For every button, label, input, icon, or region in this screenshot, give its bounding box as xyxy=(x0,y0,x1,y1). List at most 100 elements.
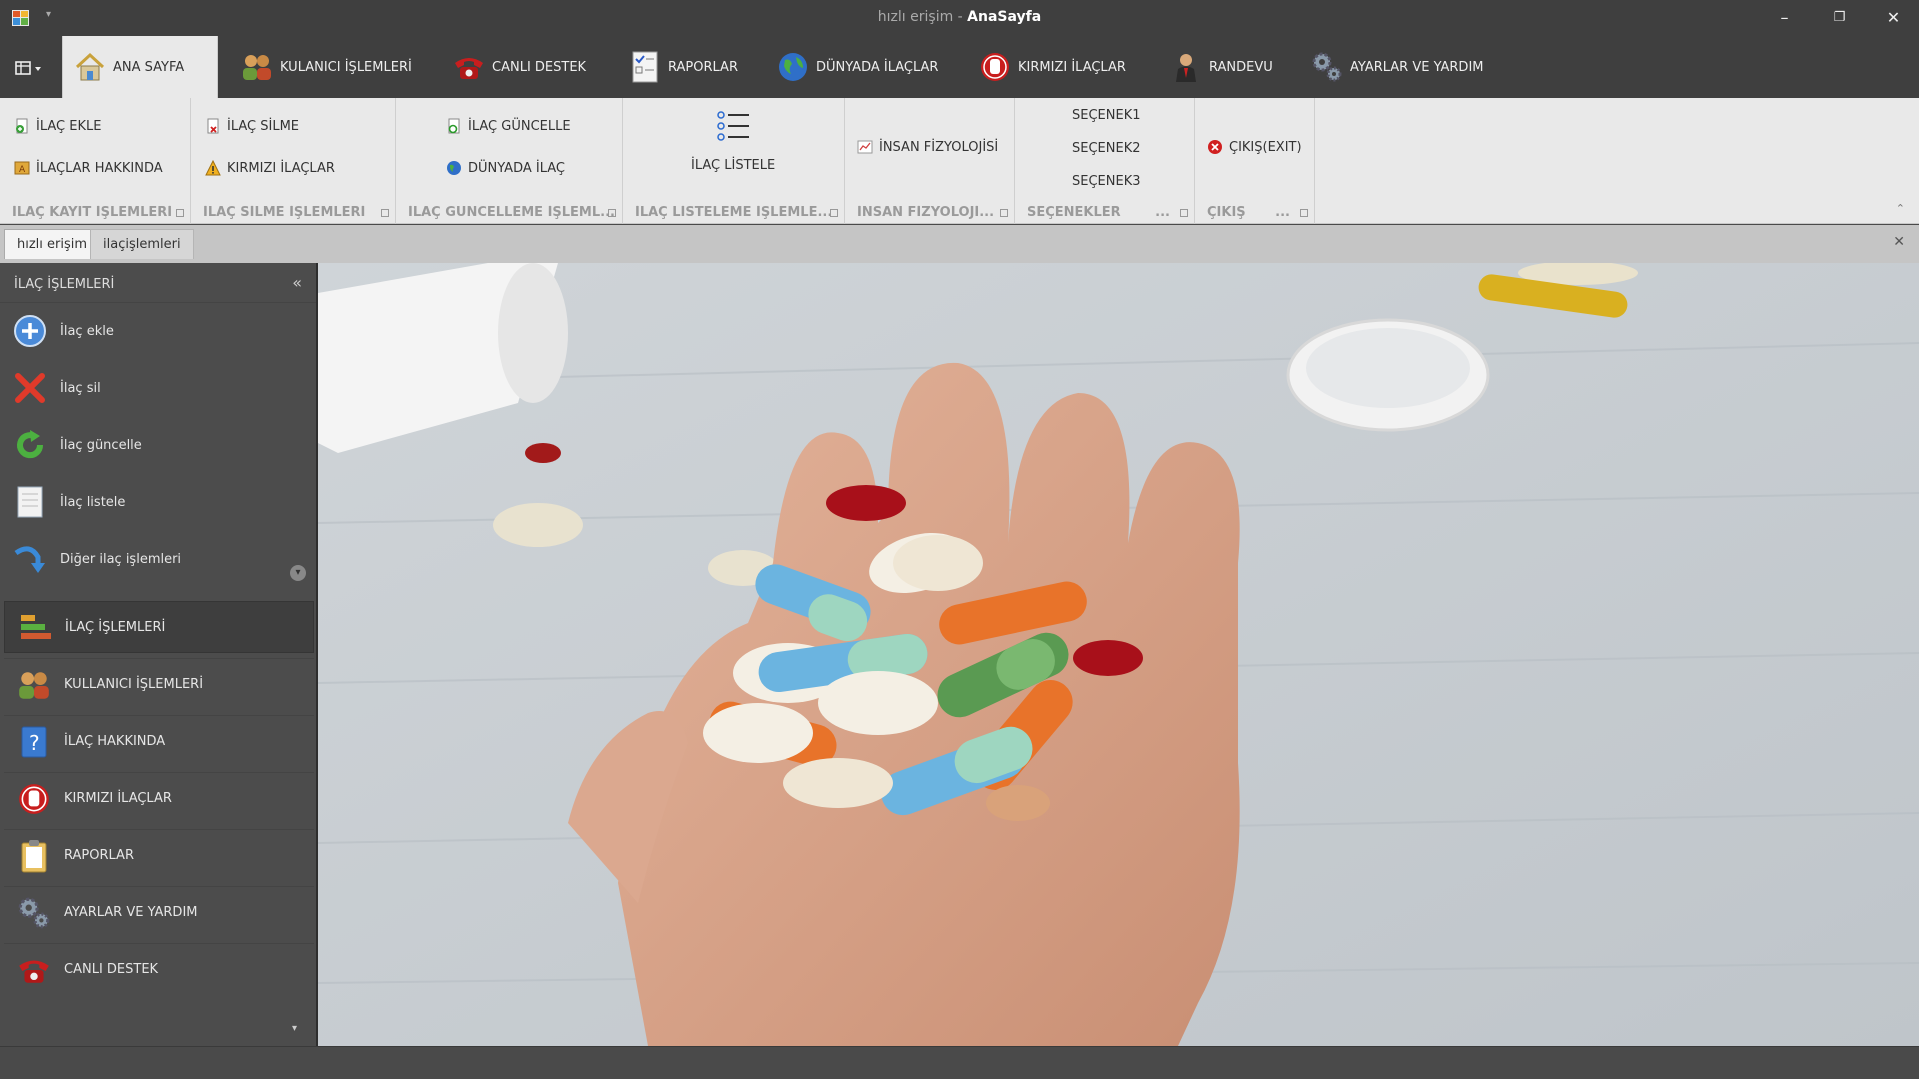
group-title: İLAÇ KAYIT İŞLEMLERİ xyxy=(0,205,190,220)
cikis-exit-button[interactable]: ÇIKIŞ(EXIT) xyxy=(1207,139,1302,155)
group-title: ÇIKIŞ... xyxy=(1195,205,1314,220)
window-title: hızlı erişim - AnaSayfa xyxy=(877,9,1042,25)
nav-item-ilac-listele[interactable]: İlaç listele xyxy=(12,480,125,524)
delete-document-icon xyxy=(207,118,219,134)
nav-group-ayarlar-ve-yardim[interactable]: AYARLAR VE YARDIM xyxy=(4,886,314,938)
ribbon-tab-row: ANA SAYFA KULANICI İŞLEMLERİ CANLI DESTE… xyxy=(0,36,1919,98)
tab-label: KULANICI İŞLEMLERİ xyxy=(280,59,412,75)
stop-hand-icon xyxy=(981,53,1009,81)
ilac-listele-button[interactable]: İLAÇ LİSTELE xyxy=(691,158,775,173)
person-icon xyxy=(1176,54,1196,82)
dialog-launcher-icon[interactable] xyxy=(1000,209,1008,217)
side-navigation: İLAÇ İŞLEMLERİ « İlaç ekle İlaç sil İlaç… xyxy=(0,263,318,1046)
close-button[interactable]: ✕ xyxy=(1866,0,1919,36)
add-document-icon xyxy=(16,118,28,134)
home-icon xyxy=(75,52,105,81)
secenek3-button[interactable]: SEÇENEK3 xyxy=(1072,174,1141,189)
group-overflow[interactable]: ... xyxy=(1155,205,1170,220)
nav-item-ilac-ekle[interactable]: İlaç ekle xyxy=(12,309,114,353)
red-x-icon xyxy=(15,373,45,403)
collapse-ribbon-icon[interactable]: ⌃ xyxy=(1896,202,1905,215)
tab-kirmizi-ilaclar[interactable]: KIRMIZI İLAÇLAR xyxy=(968,36,1136,98)
add-circle-icon xyxy=(14,315,46,347)
tab-kulanici-islemleri[interactable]: KULANICI İŞLEMLERİ xyxy=(230,36,422,98)
redo-arrow-icon xyxy=(14,546,45,573)
users-icon xyxy=(243,55,271,80)
svg-text:A: A xyxy=(19,165,26,175)
tab-raporlar[interactable]: RAPORLAR xyxy=(618,36,748,98)
ilac-guncelle-button[interactable]: İLAÇ GÜNCELLE xyxy=(446,118,571,134)
dialog-launcher-icon[interactable] xyxy=(381,209,389,217)
ilac-ekle-button[interactable]: İLAÇ EKLE xyxy=(14,118,101,134)
kirmizi-ilaclar-button[interactable]: KIRMIZI İLAÇLAR xyxy=(205,160,335,176)
list-icon[interactable] xyxy=(715,110,751,142)
pills-photo xyxy=(318,263,1919,1046)
nav-header: İLAÇ İŞLEMLERİ xyxy=(0,263,316,303)
ilaclar-hakkinda-button[interactable]: A İLAÇLAR HAKKINDA xyxy=(14,160,163,176)
checklist-icon xyxy=(632,51,658,83)
nav-group-canli-destek[interactable]: CANLI DESTEK xyxy=(4,943,314,995)
tab-label: AYARLAR VE YARDIM xyxy=(1350,59,1484,75)
group-title: İLAÇ LİSTELEME İŞLEMLE... xyxy=(623,205,844,220)
help-book-icon: ? xyxy=(21,726,47,757)
group-ilac-listeleme: İLAÇ LİSTELE İLAÇ LİSTELEME İŞLEMLE... xyxy=(623,98,845,224)
nav-scroll-down-icon[interactable]: ▾ xyxy=(292,1023,297,1034)
nav-group-kirmizi-ilaclar[interactable]: KIRMIZI İLAÇLAR xyxy=(4,772,314,824)
document-tab-strip: hızlı erişim ilaçişlemleri ✕ xyxy=(0,225,1919,263)
globe-icon xyxy=(447,161,461,175)
secenek2-button[interactable]: SEÇENEK2 xyxy=(1072,141,1141,156)
dialog-launcher-icon[interactable] xyxy=(176,209,184,217)
tab-canli-destek[interactable]: CANLI DESTEK xyxy=(442,36,596,98)
close-document-icon[interactable]: ✕ xyxy=(1893,234,1905,250)
title-bar: ▾ hızlı erişim - AnaSayfa – ❐ ✕ xyxy=(0,0,1919,36)
minimize-button[interactable]: – xyxy=(1757,0,1812,36)
insan-fizyolojisi-button[interactable]: İNSAN FİZYOLOJİSİ xyxy=(857,139,998,155)
group-title: SEÇENEKLER... xyxy=(1015,205,1194,220)
tab-label: RANDEVU xyxy=(1209,59,1273,75)
dialog-launcher-icon[interactable] xyxy=(1180,209,1188,217)
bars-icon xyxy=(21,615,51,639)
dialog-launcher-icon[interactable] xyxy=(1300,209,1308,217)
status-bar xyxy=(0,1046,1919,1079)
users-icon xyxy=(19,671,49,699)
group-secenekler: SEÇENEK1 SEÇENEK2 SEÇENEK3 SEÇENEKLER... xyxy=(1015,98,1195,224)
gears-icon xyxy=(1312,52,1342,82)
tab-dunyada-ilaclar[interactable]: DÜNYADA İLAÇLAR xyxy=(766,36,948,98)
nav-group-raporlar[interactable]: RAPORLAR xyxy=(4,829,314,881)
ilac-silme-button[interactable]: İLAÇ SİLME xyxy=(205,118,299,134)
restore-button[interactable]: ❐ xyxy=(1812,0,1867,36)
tab-randevu[interactable]: RANDEVU xyxy=(1159,36,1283,98)
collapse-nav-icon[interactable]: « xyxy=(292,273,302,292)
document-icon xyxy=(17,486,43,518)
group-insan-fizyolojisi: İNSAN FİZYOLOJİSİ İNSAN FİZYOLOJİ... xyxy=(845,98,1015,224)
nav-item-diger-ilac-islemleri[interactable]: Diğer ilaç işlemleri xyxy=(12,537,181,581)
dunyada-ilac-button[interactable]: DÜNYADA İLAÇ xyxy=(446,160,565,176)
book-icon: A xyxy=(14,161,30,175)
tab-ana-sayfa[interactable]: ANA SAYFA xyxy=(62,36,218,98)
refresh-document-icon xyxy=(448,118,460,134)
expand-group-icon[interactable]: ▾ xyxy=(290,565,306,581)
application-menu-button[interactable] xyxy=(8,58,48,78)
nav-group-kullanici-islemleri[interactable]: KULLANICI İŞLEMLERİ xyxy=(4,658,314,710)
secenek1-button[interactable]: SEÇENEK1 xyxy=(1072,108,1141,123)
refresh-icon xyxy=(17,430,44,459)
dialog-launcher-icon[interactable] xyxy=(608,209,616,217)
tab-ayarlar-ve-yardim[interactable]: AYARLAR VE YARDIM xyxy=(1300,36,1494,98)
nav-item-ilac-sil[interactable]: İlaç sil xyxy=(12,366,101,410)
main-content-image xyxy=(318,263,1919,1046)
group-cikis: ÇIKIŞ(EXIT) ÇIKIŞ... xyxy=(1195,98,1315,224)
tab-label: CANLI DESTEK xyxy=(492,59,587,75)
chart-image-icon xyxy=(857,140,873,154)
dialog-launcher-icon[interactable] xyxy=(830,209,838,217)
group-ilac-kayit: İLAÇ EKLE A İLAÇLAR HAKKINDA İLAÇ KAYIT … xyxy=(0,98,191,224)
nav-group-ilac-islemleri[interactable]: İLAÇ İŞLEMLERİ xyxy=(4,601,314,653)
nav-group-ilac-hakkinda[interactable]: ? İLAÇ HAKKINDA xyxy=(4,715,314,767)
group-ilac-silme: İLAÇ SİLME KIRMIZI İLAÇLAR İLAÇ SİLME İŞ… xyxy=(191,98,396,224)
stop-hand-icon xyxy=(19,783,49,814)
tab-label: RAPORLAR xyxy=(668,59,738,75)
tab-hizli-erisim[interactable]: hızlı erişim xyxy=(4,229,101,259)
tab-label: KIRMIZI İLAÇLAR xyxy=(1018,59,1126,75)
group-overflow[interactable]: ... xyxy=(1275,205,1290,220)
nav-item-ilac-guncelle[interactable]: İlaç güncelle xyxy=(12,423,142,467)
tab-ilac-islemleri[interactable]: ilaçişlemleri xyxy=(90,229,194,259)
